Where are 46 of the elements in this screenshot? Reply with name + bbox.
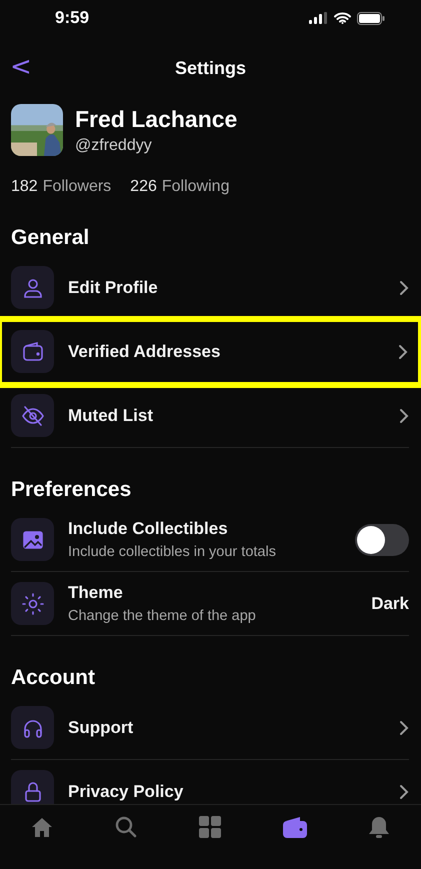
item-label: Muted List: [68, 406, 154, 426]
chevron-icon: [399, 408, 409, 424]
wallet-tab[interactable]: [282, 815, 308, 839]
profile-name: Fred Lachance: [75, 106, 238, 132]
profile-handle: @zfreddyy: [75, 136, 153, 154]
toggle-switch[interactable]: [355, 524, 409, 556]
settings-item[interactable]: Verified Addresses: [0, 320, 420, 384]
section-title: General: [11, 226, 90, 250]
item-value: Dark: [371, 594, 409, 614]
headphones-icon: [11, 706, 54, 749]
settings-item[interactable]: Theme Change the theme of the app Dark: [11, 572, 409, 636]
grid-tab[interactable]: [197, 815, 224, 839]
page-title: Settings: [174, 58, 246, 78]
battery-icon: [357, 12, 385, 24]
following-label: Following: [162, 178, 230, 196]
image-icon: [11, 518, 54, 561]
settings-item[interactable]: Include Collectibles Include collectibles in your totals: [11, 508, 409, 572]
item-label: Support: [68, 718, 134, 738]
person-icon: [11, 266, 54, 309]
status-time: 9:59: [55, 8, 90, 28]
item-label: Privacy Policy: [68, 782, 184, 802]
chevron-icon: [398, 344, 408, 360]
wallet-icon: [11, 330, 54, 373]
following-count: 226: [130, 178, 157, 196]
signal-icon: [309, 12, 328, 24]
section-title: Account: [11, 666, 96, 690]
followers-count: 182: [11, 178, 38, 196]
followers-label: Followers: [42, 178, 112, 196]
settings-item[interactable]: Support: [11, 696, 409, 760]
item-label: Edit Profile: [68, 278, 159, 298]
eye-off-icon: [11, 394, 54, 437]
chevron-icon: [399, 784, 409, 800]
item-label: Include Collectibles: [68, 519, 229, 539]
chevron-icon: [399, 280, 409, 296]
item-description: Include collectibles in your totals: [68, 544, 277, 560]
item-label: Theme: [68, 583, 124, 603]
chevron-icon: [399, 720, 409, 736]
wifi-icon: [334, 12, 351, 24]
settings-item[interactable]: Muted List: [11, 384, 409, 448]
section-title: Preferences: [11, 478, 132, 502]
back-button[interactable]: <: [6, 52, 36, 82]
settings-item[interactable]: Edit Profile: [11, 256, 409, 320]
search-tab[interactable]: [113, 815, 140, 839]
item-label: Verified Addresses: [68, 342, 222, 362]
item-description: Change the theme of the app: [68, 608, 257, 624]
sun-icon: [11, 582, 54, 625]
